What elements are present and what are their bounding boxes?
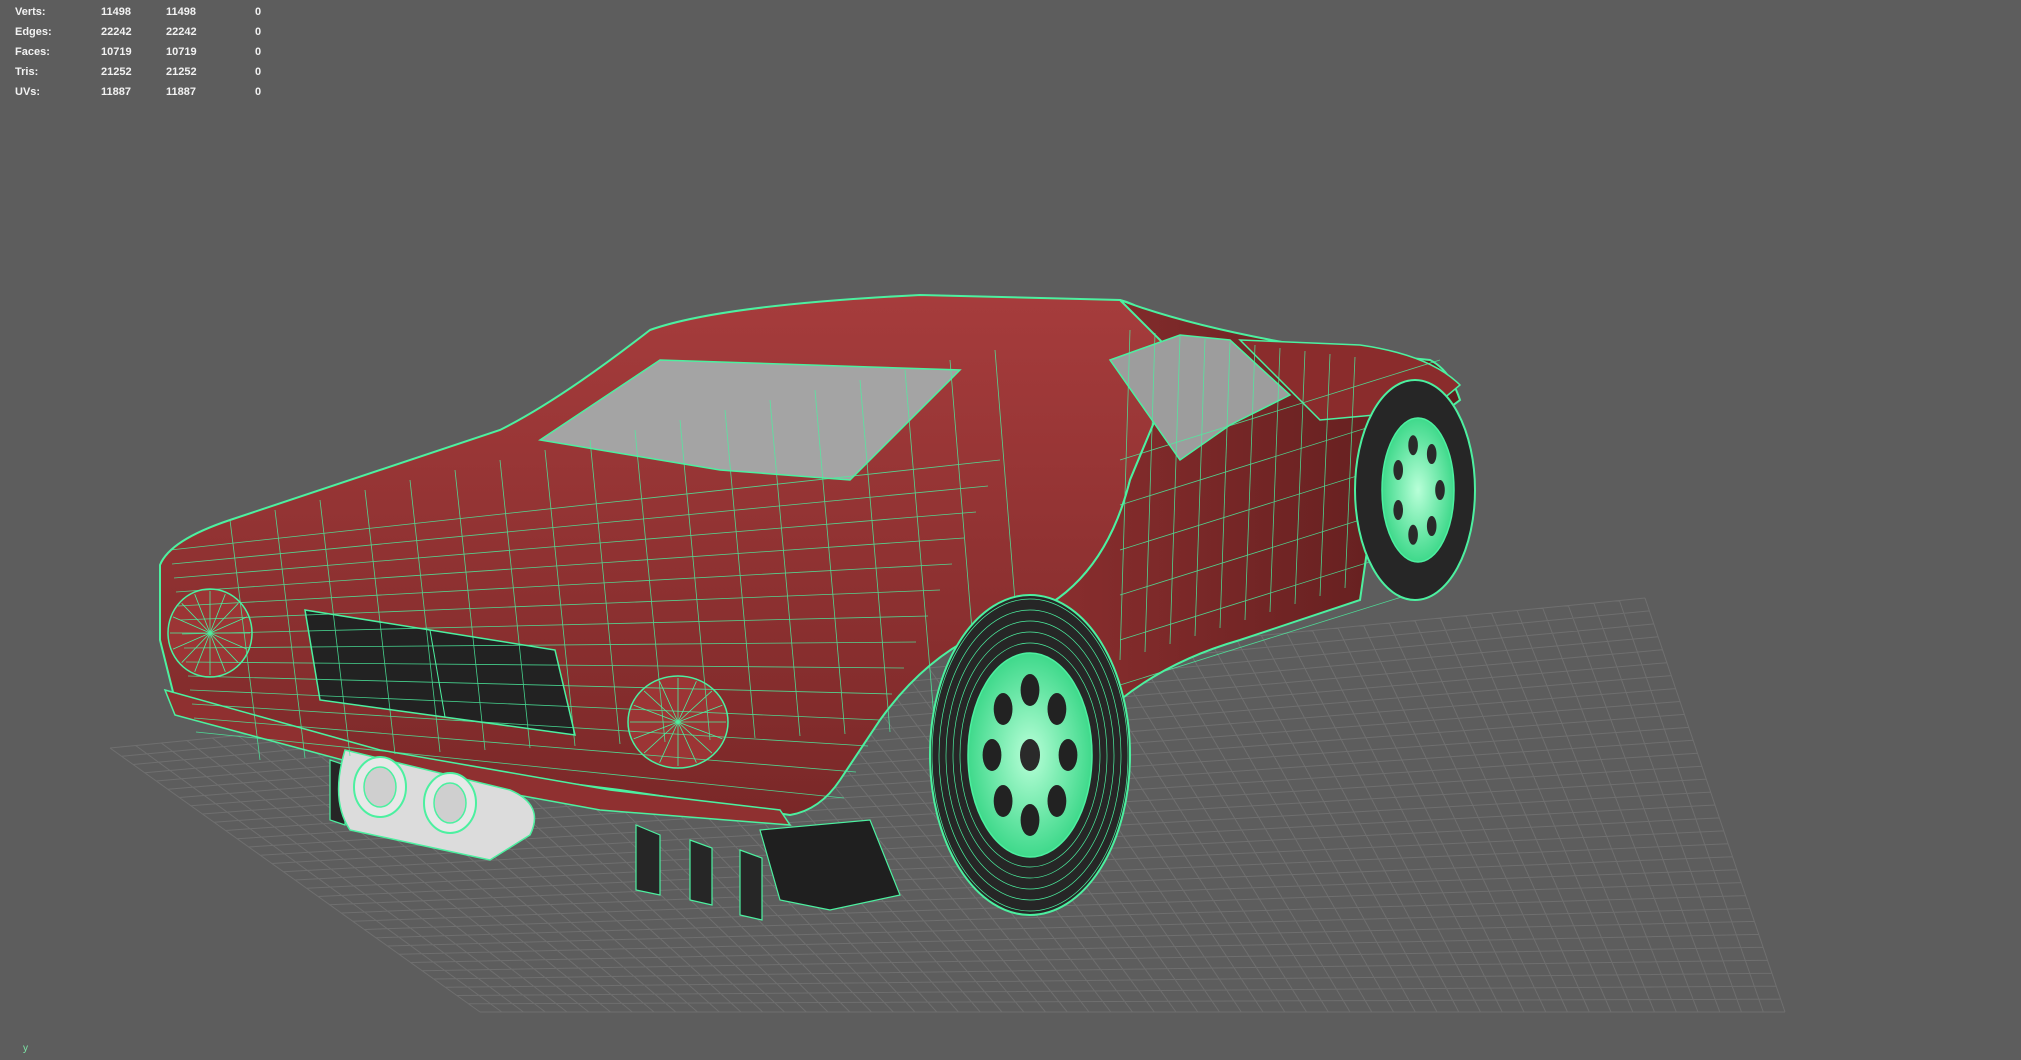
hud-label: Verts: (15, 6, 46, 18)
scene-canvas[interactable] (0, 0, 2021, 1060)
hud-row-verts: Verts: 11498 11498 0 (15, 2, 275, 22)
car-model[interactable] (159, 293, 1476, 921)
front-wheel[interactable] (1354, 379, 1476, 601)
hud-value: 11887 (166, 86, 196, 98)
hud-value: 0 (255, 26, 262, 38)
hud-row-uvs: UVs: 11887 11887 0 (15, 82, 275, 102)
axis-indicator: y (23, 1043, 28, 1054)
poly-count-hud: Verts: 11498 11498 0 Edges: 22242 22242 … (15, 2, 275, 102)
hud-value: 21252 (166, 66, 197, 78)
hud-value: 10719 (166, 46, 197, 58)
hud-value: 11498 (101, 6, 131, 18)
hud-label: Tris: (15, 66, 39, 78)
hud-value: 22242 (166, 26, 197, 38)
hud-value: 11887 (101, 86, 131, 98)
3d-viewport[interactable]: Verts: 11498 11498 0 Edges: 22242 22242 … (0, 0, 2021, 1060)
hud-value: 21252 (101, 66, 132, 78)
hud-row-faces: Faces: 10719 10719 0 (15, 42, 275, 62)
hud-value: 0 (255, 86, 262, 98)
hud-row-edges: Edges: 22242 22242 0 (15, 22, 275, 42)
hud-row-tris: Tris: 21252 21252 0 (15, 62, 275, 82)
hud-value: 0 (255, 66, 262, 78)
hud-label: Edges: (15, 26, 52, 38)
hud-value: 0 (255, 46, 262, 58)
hud-label: Faces: (15, 46, 50, 58)
hud-value: 0 (255, 6, 262, 18)
underbody (759, 819, 901, 911)
hud-value: 10719 (101, 46, 132, 58)
hud-label: UVs: (15, 86, 41, 98)
hud-value: 11498 (166, 6, 196, 18)
hud-value: 22242 (101, 26, 132, 38)
rear-wheel[interactable] (929, 594, 1131, 916)
